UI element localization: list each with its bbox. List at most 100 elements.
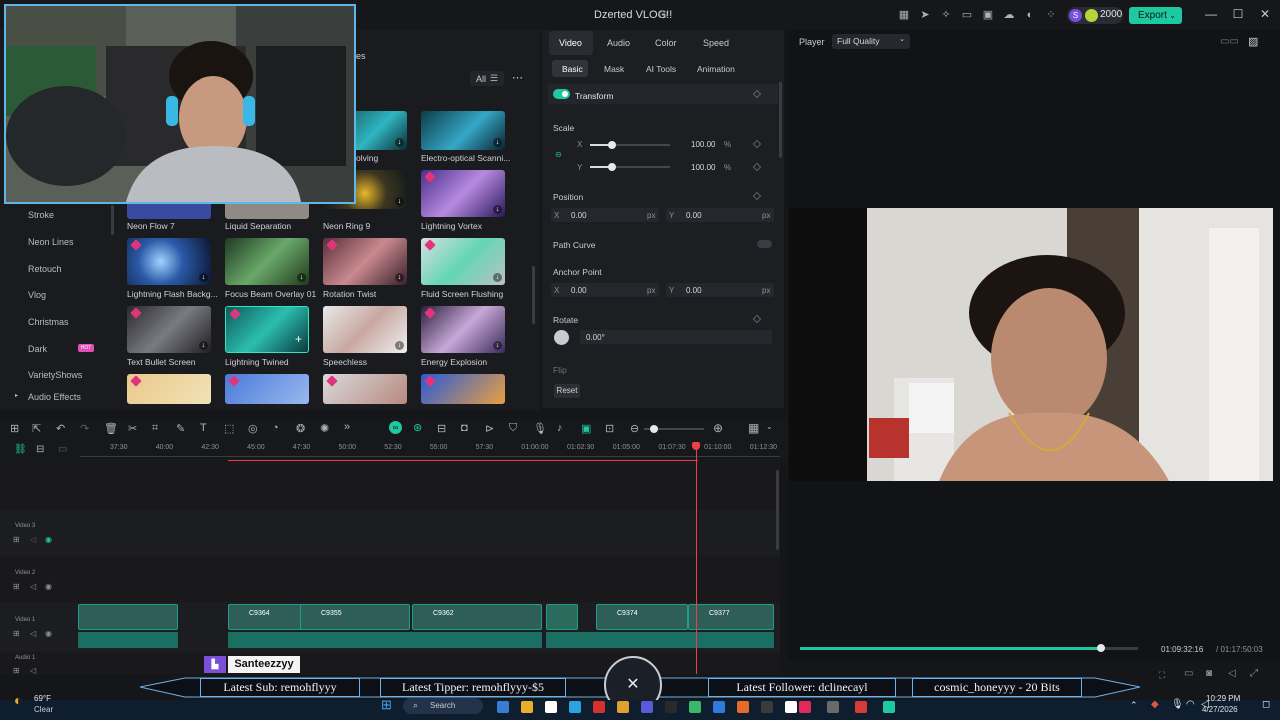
more-options-icon[interactable]: ⋯ bbox=[512, 71, 523, 84]
taskbar-app-icon[interactable] bbox=[569, 701, 581, 713]
video-clip[interactable]: C9362 bbox=[412, 604, 542, 630]
position-y-value[interactable]: 0.00 bbox=[686, 211, 702, 220]
expand-icon[interactable]: ⤢ bbox=[1250, 668, 1258, 679]
download-icon[interactable]: ↓ bbox=[493, 341, 502, 350]
windows-start-icon[interactable]: ⊞ bbox=[381, 697, 392, 713]
panel-tab-partial[interactable]: es bbox=[356, 51, 366, 61]
taskbar-app-icon[interactable] bbox=[761, 701, 773, 713]
scale-x-value[interactable]: 100.00 bbox=[691, 140, 715, 149]
magnet-icon[interactable]: ⊛ bbox=[413, 421, 422, 434]
apps-grid-icon[interactable]: ⁘ bbox=[1044, 8, 1058, 22]
snap-toggle-icon[interactable]: ∞ bbox=[389, 421, 402, 434]
asset-thumb-focus-beam[interactable]: ↓ bbox=[225, 238, 309, 285]
asset-thumb-lightning-vortex[interactable]: ↓ bbox=[421, 170, 505, 217]
taskbar-app-icon[interactable] bbox=[665, 701, 677, 713]
notifications-icon[interactable]: ◻ bbox=[1262, 699, 1270, 710]
position-x-field[interactable] bbox=[551, 208, 659, 222]
taskbar-app-icon[interactable] bbox=[545, 701, 557, 713]
track-eye-icon[interactable]: ◉ bbox=[45, 629, 52, 638]
asset-thumb-fluid-screen[interactable]: ↓ bbox=[421, 238, 505, 285]
position-x-value[interactable]: 0.00 bbox=[571, 211, 587, 220]
taskbar-app-icon[interactable] bbox=[713, 701, 725, 713]
download-icon[interactable]: ↓ bbox=[493, 273, 502, 282]
download-icon[interactable]: ↓ bbox=[199, 341, 208, 350]
quality-dropdown[interactable]: Full Quality ⌄ bbox=[832, 34, 910, 49]
audio-waveform[interactable] bbox=[228, 632, 542, 648]
select-cursor-icon[interactable]: ⇱ bbox=[32, 422, 41, 435]
credits-badge[interactable]: S 2000 bbox=[1067, 7, 1123, 24]
asset-thumb-rotation-twist[interactable]: ↓ bbox=[323, 238, 407, 285]
headset-icon[interactable]: ◐ bbox=[1023, 8, 1037, 22]
download-icon[interactable]: ↓ bbox=[395, 341, 404, 350]
track-folder-icon[interactable]: ⊞ bbox=[13, 629, 20, 638]
download-icon[interactable]: ↓ bbox=[493, 205, 502, 214]
taskbar-app-icon[interactable] bbox=[689, 701, 701, 713]
monitor-icon[interactable]: ▭ bbox=[960, 8, 974, 22]
category-item-neon-lines[interactable]: Neon Lines bbox=[28, 237, 74, 247]
maximize-icon[interactable]: ☐ bbox=[1230, 7, 1246, 23]
timeline-scrollbar[interactable] bbox=[776, 470, 779, 550]
category-scrollbar[interactable] bbox=[111, 205, 114, 235]
track-folder-icon[interactable]: ⊞ bbox=[13, 582, 20, 591]
category-item-retouch[interactable]: Retouch bbox=[28, 264, 62, 274]
redo-icon[interactable]: ↷ bbox=[80, 422, 89, 435]
track-folder-icon[interactable]: ⊞ bbox=[13, 666, 20, 675]
transform-toggle[interactable] bbox=[553, 89, 570, 99]
tab-audio[interactable]: Audio bbox=[607, 38, 630, 48]
asset-thumb-lightning-twined[interactable]: + bbox=[225, 306, 309, 353]
camera-record-icon[interactable]: ◘ bbox=[461, 422, 468, 434]
category-item-stroke[interactable]: Stroke bbox=[28, 210, 54, 220]
ai-tools-icon[interactable]: ✺ bbox=[320, 422, 329, 435]
clock-time[interactable]: 10:29 PM bbox=[1206, 694, 1240, 703]
cloud-upload-icon[interactable]: ☁ bbox=[1002, 8, 1016, 22]
zoom-out-icon[interactable]: ⊖ bbox=[630, 422, 639, 435]
assets-scrollbar[interactable] bbox=[532, 266, 535, 324]
wifi-icon[interactable]: ◠ bbox=[1186, 699, 1195, 710]
asset-thumb-text-bullet[interactable]: ↓ bbox=[127, 306, 211, 353]
microphone-icon[interactable]: 🎙 bbox=[1171, 699, 1184, 710]
download-icon[interactable]: ↓ bbox=[297, 273, 306, 282]
taskbar-app-icon[interactable] bbox=[497, 701, 509, 713]
download-icon[interactable]: ↓ bbox=[395, 273, 404, 282]
play-circle-icon[interactable]: ⊳ bbox=[485, 422, 494, 435]
export-button[interactable]: Export ⌄ bbox=[1129, 7, 1182, 24]
track-mute-icon[interactable]: ◁ bbox=[30, 666, 36, 675]
subtitle-icon[interactable]: ⊡ bbox=[605, 422, 614, 435]
scale-y-value[interactable]: 100.00 bbox=[691, 163, 715, 172]
save-icon[interactable]: ▣ bbox=[981, 8, 995, 22]
audio-waveform[interactable] bbox=[546, 632, 774, 648]
taskbar-app-icon[interactable] bbox=[593, 701, 605, 713]
track-eye-icon[interactable]: ◉ bbox=[45, 535, 52, 544]
asset-thumb-energy-explosion[interactable]: ↓ bbox=[421, 306, 505, 353]
shield-icon[interactable]: ⛉ bbox=[509, 422, 517, 435]
playhead-handle[interactable] bbox=[692, 442, 700, 450]
taskbar-app-icon[interactable] bbox=[799, 701, 811, 713]
frame-icon[interactable]: ⬚ bbox=[224, 422, 234, 435]
minimize-icon[interactable]: — bbox=[1203, 7, 1219, 23]
video-clip[interactable] bbox=[78, 604, 178, 630]
link-icon[interactable]: ⛓ bbox=[14, 444, 27, 455]
category-item-audio-effects[interactable]: Audio Effects bbox=[28, 392, 81, 402]
speed-icon[interactable]: ◔ bbox=[272, 422, 279, 434]
taskbar-app-icon[interactable] bbox=[521, 701, 533, 713]
video-clip[interactable]: C9374 bbox=[596, 604, 688, 630]
anchor-y-field[interactable] bbox=[666, 283, 774, 297]
more-tools-icon[interactable]: » bbox=[344, 421, 350, 433]
asset-thumb-lightning-flash[interactable]: ↓ bbox=[127, 238, 211, 285]
taskbar-search[interactable]: ⌕ Search bbox=[403, 698, 483, 714]
subtab-mask[interactable]: Mask bbox=[604, 64, 624, 74]
taskbar-app-icon[interactable] bbox=[855, 701, 867, 713]
subtab-animation[interactable]: Animation bbox=[697, 64, 735, 74]
send-icon[interactable]: ➤ bbox=[918, 8, 932, 22]
zoom-in-icon[interactable]: ⊕ bbox=[713, 421, 723, 435]
video-preview[interactable] bbox=[789, 208, 1273, 481]
tab-color[interactable]: Color bbox=[655, 38, 677, 48]
clock-date[interactable]: 4/27/2026 bbox=[1202, 705, 1238, 714]
category-item-varietyshows[interactable]: VarietyShows bbox=[28, 370, 82, 380]
rotate-value[interactable]: 0.00° bbox=[586, 333, 605, 342]
track-mute-icon[interactable]: ◁ bbox=[30, 629, 36, 638]
volume-icon[interactable]: ◁ bbox=[1228, 668, 1236, 679]
asset-thumb-row5-3[interactable] bbox=[323, 374, 407, 404]
gift-icon[interactable]: ▦ bbox=[897, 8, 911, 22]
tab-video[interactable]: Video bbox=[559, 38, 582, 48]
